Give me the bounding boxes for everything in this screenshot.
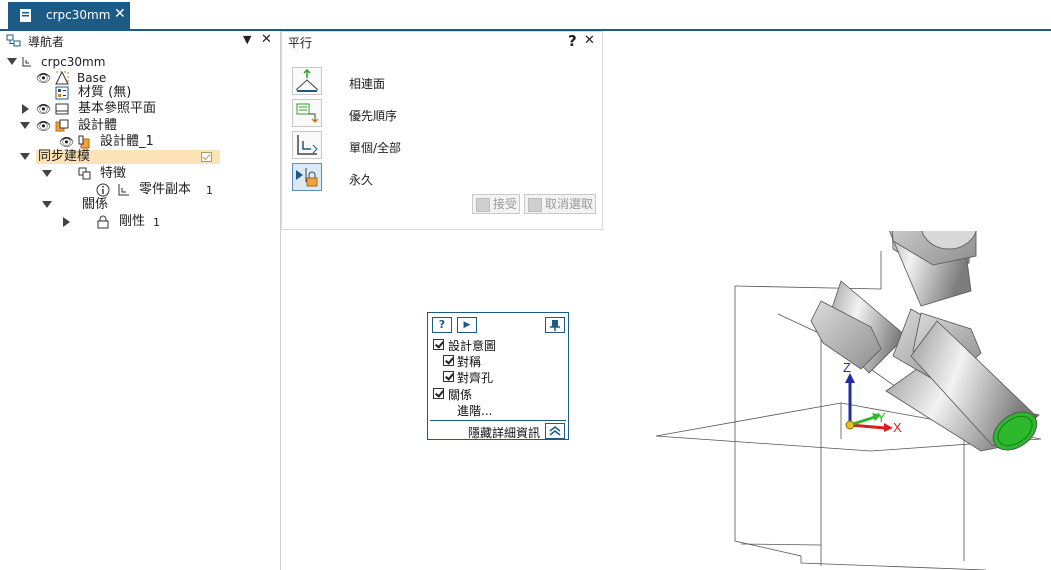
persistent-lock-icon [296, 168, 318, 187]
tree-label-reference-planes: 基本參照平面 [78, 101, 157, 116]
deselect-label: 取消選取 [545, 197, 594, 211]
persistent-button[interactable] [292, 163, 322, 191]
tree-label-design-bodies: 設計體 [78, 118, 118, 133]
option-persistent[interactable]: 永久 [349, 171, 373, 188]
option-connected-faces[interactable]: 相連面 [349, 75, 385, 92]
single-all-icon [297, 135, 318, 155]
features-icon [78, 167, 91, 180]
tree-item-design-body-1[interactable]: 👁 設計體_1 [0, 134, 200, 150]
expand-arrow-icon[interactable] [20, 153, 30, 160]
navigator-close-icon[interactable]: ✕ [261, 32, 272, 47]
option-priority[interactable]: 優先順序 [349, 107, 397, 124]
expand-arrow-icon[interactable] [42, 170, 52, 177]
tree-label-material: 材質 (無) [78, 85, 132, 100]
z-axis-label: Z [843, 360, 851, 375]
tree-root-crpc30mm[interactable]: crpc30mm [0, 54, 200, 70]
tree-label-root: crpc30mm [41, 55, 106, 69]
document-tab-title: crpc30mm [46, 8, 111, 22]
rigid-count: 1 [153, 216, 160, 229]
part-copy-count: 1 [206, 184, 213, 197]
lock-icon [97, 215, 109, 229]
option-single-all[interactable]: 單個/全部 [349, 139, 401, 156]
part-copy-icon [118, 184, 129, 196]
eye-icon[interactable]: 👁 [36, 101, 51, 117]
expand-arrow-icon[interactable] [22, 104, 29, 114]
tree-label-base: Base [77, 71, 107, 85]
navigator-header: 導航者 ▼ ✕ [0, 31, 280, 51]
sync-status-icon [201, 152, 212, 162]
help-icon[interactable]: ? [568, 32, 577, 50]
eye-icon[interactable]: 👁 [36, 70, 51, 86]
material-icon [55, 86, 69, 100]
checkmark-icon [476, 198, 490, 212]
priority-icon [296, 103, 319, 124]
navigator-pin-icon[interactable]: ▼ [243, 33, 251, 46]
coordinate-triad: Z Y X [843, 360, 902, 435]
navigator-pane: 導航者 ▼ ✕ crpc30mm 👁 Base 材質 (無) 👁 基本參照平面 … [0, 31, 281, 570]
accept-label: 接受 [493, 197, 518, 211]
tree-item-material[interactable]: 材質 (無) [0, 85, 200, 101]
tree-item-features[interactable]: 特徵 [0, 166, 200, 182]
x-icon [528, 198, 542, 212]
base-sketch-icon [55, 71, 69, 85]
design-body-icon [78, 135, 90, 149]
expand-arrow-icon[interactable] [7, 58, 17, 65]
expand-arrow-icon[interactable] [42, 201, 52, 208]
tree-item-relations[interactable]: 關係 [0, 197, 200, 213]
close-icon[interactable]: ✕ [584, 33, 595, 48]
tree-item-rigid[interactable]: 剛性 1 [0, 214, 200, 230]
navigator-title: 導航者 [28, 35, 65, 49]
tree-item-synchronous-modeling[interactable]: 同步建模 [0, 149, 220, 165]
connected-faces-button[interactable] [292, 67, 322, 95]
close-tab-icon[interactable]: ✕ [114, 6, 126, 22]
eye-icon[interactable]: 👁 [59, 134, 74, 150]
document-tab-bar: crpc30mm ✕ [0, 0, 1051, 31]
tree-item-reference-planes[interactable]: 👁 基本參照平面 [0, 101, 200, 117]
tree-label-synchronous-modeling: 同步建模 [38, 149, 91, 164]
tree-label-design-body-1: 設計體_1 [100, 134, 154, 149]
tree-item-base[interactable]: 👁 Base [0, 70, 200, 86]
y-axis-label: Y [877, 410, 886, 425]
connected-faces-icon [295, 68, 319, 92]
expand-arrow-icon[interactable] [63, 217, 70, 227]
navigator-icon [6, 34, 21, 47]
info-icon[interactable] [96, 183, 110, 197]
x-axis-label: X [893, 420, 902, 435]
parallel-command-panel: 平行 ? ✕ 相連面 優先順序 單個/全部 永久 接受 取消選取 [281, 31, 603, 230]
document-tab[interactable]: crpc30mm ✕ [8, 2, 130, 29]
expand-arrow-icon[interactable] [20, 122, 30, 129]
part-icon [22, 57, 31, 67]
accept-button[interactable]: 接受 [472, 194, 520, 214]
single-all-button[interactable] [292, 131, 322, 159]
design-body-icon [55, 119, 69, 132]
tree-item-design-bodies[interactable]: 👁 設計體 [0, 118, 200, 134]
tree-label-rigid: 剛性 [119, 214, 146, 229]
tree-label-features: 特徵 [100, 166, 127, 181]
tree-item-part-copy[interactable]: 零件副本 1 [0, 182, 230, 198]
reference-plane-icon [55, 103, 69, 115]
parallel-panel-title: 平行 [288, 36, 313, 50]
tree-label-part-copy: 零件副本 [139, 182, 192, 197]
deselect-button[interactable]: 取消選取 [524, 194, 596, 214]
priority-button[interactable] [292, 99, 322, 127]
tree-label-relations: 關係 [82, 197, 109, 212]
part-document-icon [20, 9, 31, 22]
eye-icon[interactable]: 👁 [36, 118, 51, 134]
graphics-window[interactable]: Z Y X [281, 231, 1051, 570]
